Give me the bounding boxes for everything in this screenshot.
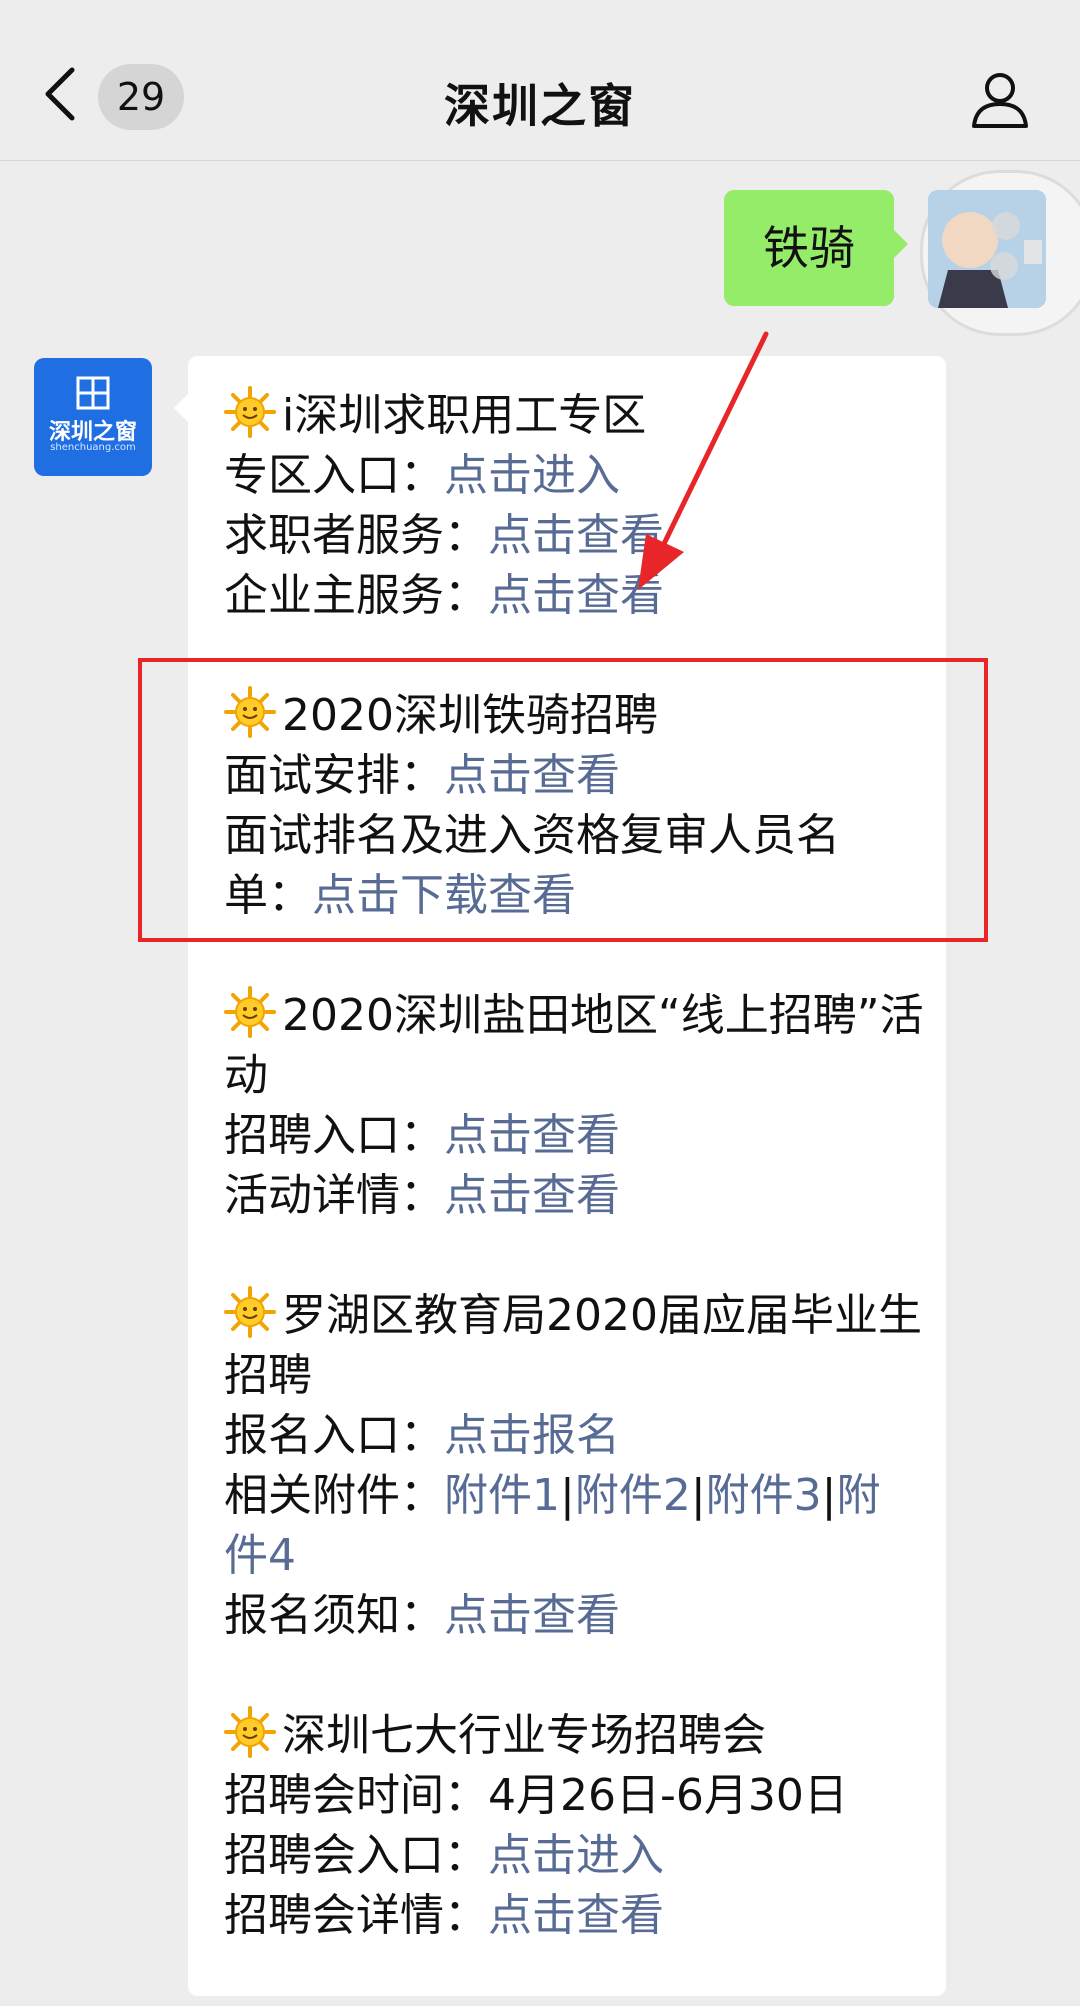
info-line: 企业主服务：点击查看: [224, 566, 924, 626]
info-section: i深圳求职用工专区 专区入口：点击进入 求职者服务：点击查看 企业主服务：点击查看: [224, 386, 924, 626]
profile-icon[interactable]: [968, 66, 1032, 130]
line-label: 相关附件：: [224, 1470, 444, 1521]
info-link[interactable]: 附件3: [706, 1470, 822, 1521]
sun-emoji-icon: [224, 1286, 276, 1338]
info-link[interactable]: 附件1: [444, 1470, 560, 1521]
section-title: 罗湖区教育局2020届应届毕业生招聘: [224, 1286, 924, 1406]
link-separator: |: [560, 1470, 575, 1521]
section-title-text: 罗湖区教育局2020届应届毕业生招聘: [224, 1290, 922, 1401]
line-label: 企业主服务：: [224, 570, 488, 621]
sun-emoji-icon: [224, 986, 276, 1038]
section-title-text: 深圳七大行业专场招聘会: [282, 1710, 766, 1761]
info-line: 报名入口：点击报名: [224, 1406, 924, 1466]
sun-emoji-icon: [224, 386, 276, 438]
line-label: 报名入口：: [224, 1410, 444, 1461]
info-link[interactable]: 点击查看: [444, 1110, 620, 1161]
info-link[interactable]: 附件2: [575, 1470, 691, 1521]
line-label: 活动详情：: [224, 1170, 444, 1221]
info-section: 深圳七大行业专场招聘会招聘会时间：4月26日-6月30日 招聘会入口：点击进入 招聘…: [224, 1706, 924, 1946]
user-avatar[interactable]: [928, 190, 1046, 308]
section-title: 深圳七大行业专场招聘会: [224, 1706, 924, 1766]
section-title-text: 2020深圳盐田地区“线上招聘”活动: [224, 990, 924, 1101]
info-line: 专区入口：点击进入: [224, 446, 924, 506]
info-link[interactable]: 点击查看: [444, 1170, 620, 1221]
line-label: 报名须知：: [224, 1590, 444, 1641]
info-link[interactable]: 点击查看: [488, 570, 664, 621]
line-label: 招聘入口：: [224, 1110, 444, 1161]
section-title: 2020深圳盐田地区“线上招聘”活动: [224, 986, 924, 1106]
info-link[interactable]: 点击进入: [444, 450, 620, 501]
sent-message-bubble[interactable]: 铁骑: [724, 190, 908, 306]
red-highlight-box: [138, 658, 988, 942]
sun-emoji-icon: [224, 1706, 276, 1758]
info-link[interactable]: 点击查看: [444, 1590, 620, 1641]
info-line: 招聘入口：点击查看: [224, 1106, 924, 1166]
avatar-illustration-icon: [928, 190, 1046, 308]
info-link[interactable]: 点击查看: [488, 510, 664, 561]
info-line: 招聘会时间：4月26日-6月30日: [224, 1766, 924, 1826]
link-separator: |: [821, 1470, 837, 1521]
official-account-avatar[interactable]: 深圳之窗 shenchuang.com: [34, 358, 152, 476]
info-link[interactable]: 点击查看: [488, 1890, 664, 1941]
section-title-text: i深圳求职用工专区: [282, 390, 647, 441]
info-line: 招聘会详情：点击查看: [224, 1886, 924, 1946]
info-section: 罗湖区教育局2020届应届毕业生招聘 报名入口：点击报名 相关附件：附件1|附件2|…: [224, 1286, 924, 1646]
info-line: 招聘会入口：点击进入: [224, 1826, 924, 1886]
received-message-bubble: i深圳求职用工专区 专区入口：点击进入 求职者服务：点击查看 企业主服务：点击查看 20…: [174, 356, 946, 1996]
logo-subtext: shenchuang.com: [50, 442, 136, 453]
info-section: 2020深圳盐田地区“线上招聘”活动 招聘入口：点击查看 活动详情：点击查看: [224, 986, 924, 1226]
chat-title: 深圳之窗: [444, 79, 636, 133]
line-label: 求职者服务：: [224, 510, 488, 561]
line-label: 招聘会入口：: [224, 1830, 488, 1881]
section-title: i深圳求职用工专区: [224, 386, 924, 446]
info-line: 活动详情：点击查看: [224, 1166, 924, 1226]
nav-bar: 29 深圳之窗: [0, 0, 1080, 161]
info-link[interactable]: 点击报名: [444, 1410, 620, 1461]
line-label: 专区入口：: [224, 450, 444, 501]
info-link[interactable]: 点击进入: [488, 1830, 664, 1881]
info-line: 相关附件：附件1|附件2|附件3|附件4: [224, 1466, 924, 1586]
line-label: 招聘会时间：4月26日-6月30日: [224, 1770, 848, 1821]
link-separator: |: [690, 1470, 706, 1521]
message-content: i深圳求职用工专区 专区入口：点击进入 求职者服务：点击查看 企业主服务：点击查看 20…: [224, 386, 924, 2006]
info-line: 求职者服务：点击查看: [224, 506, 924, 566]
info-line: 报名须知：点击查看: [224, 1586, 924, 1646]
line-label: 招聘会详情：: [224, 1890, 488, 1941]
